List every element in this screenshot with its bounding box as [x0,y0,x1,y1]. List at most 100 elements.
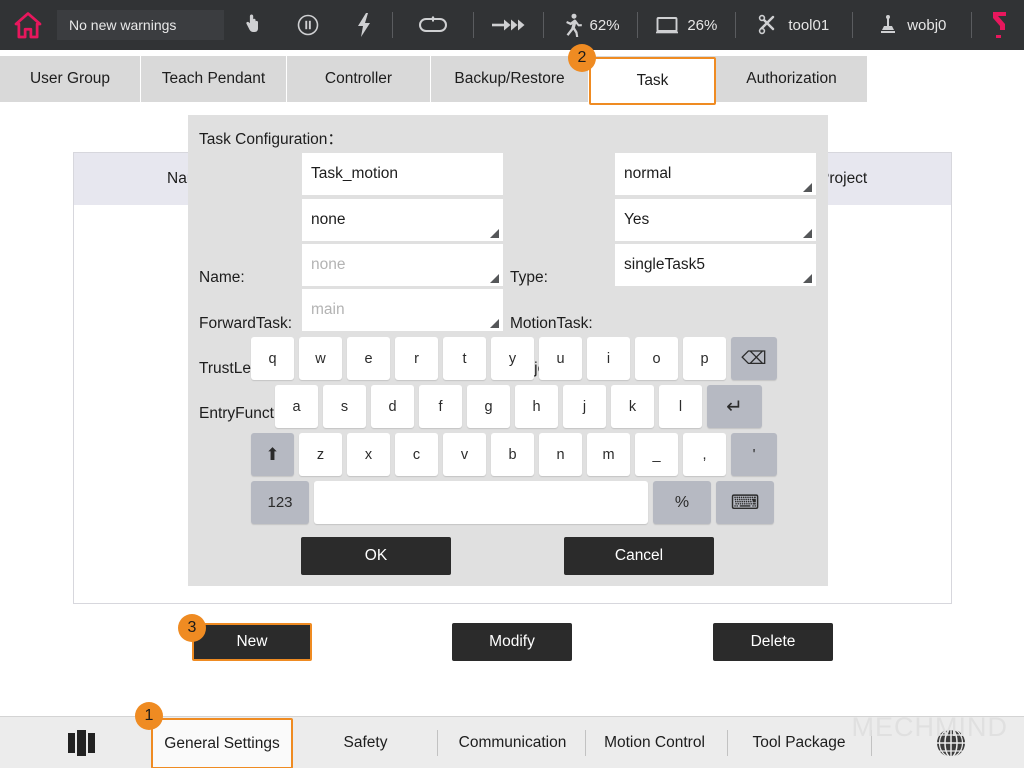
key-x[interactable]: x [347,433,390,476]
tab-label: Task [637,72,669,90]
key-underscore[interactable]: _ [635,433,678,476]
key-label: n [556,447,564,463]
bottom-nav-label: Motion Control [604,734,705,752]
load-indicator[interactable]: 26% [638,15,735,35]
app-root: No new warnings [0,0,1024,768]
key-label: l [679,399,682,415]
tab-user-group[interactable]: User Group [0,56,141,102]
select-forwardtask[interactable]: none [302,199,503,241]
key-t[interactable]: t [443,337,486,380]
step-forward-icon[interactable] [473,16,543,34]
key-h[interactable]: h [515,385,558,428]
key-q[interactable]: q [251,337,294,380]
input-name[interactable]: Task_motion [302,153,503,195]
key-i[interactable]: i [587,337,630,380]
bottom-nav-general-settings[interactable]: General Settings [151,718,293,768]
select-project-value: singleTask5 [615,256,705,274]
key-comma[interactable]: , [683,433,726,476]
tab-label: Backup/Restore [454,70,564,88]
hide-keyboard-key[interactable]: ⌨ [716,481,774,524]
workobject-indicator[interactable]: wobj0 [853,14,971,36]
select-trustlevel-value: none [302,256,345,274]
shift-key[interactable]: ⬆ [251,433,294,476]
warning-message-box[interactable]: No new warnings [57,10,224,40]
key-r[interactable]: r [395,337,438,380]
key-l[interactable]: l [659,385,702,428]
bottom-nav-label: Tool Package [752,734,845,752]
key-g[interactable]: g [467,385,510,428]
key-y[interactable]: y [491,337,534,380]
key-percent[interactable]: % [653,481,711,524]
key-v[interactable]: v [443,433,486,476]
lightning-bolt-icon[interactable] [336,12,392,38]
key-b[interactable]: b [491,433,534,476]
key-s[interactable]: s [323,385,366,428]
enter-key[interactable]: ↵ [707,385,762,428]
modify-button-label: Modify [489,633,535,651]
key-m[interactable]: m [587,433,630,476]
key-c[interactable]: c [395,433,438,476]
callout-number: 2 [578,49,587,67]
bottom-nav-motion-control[interactable]: Motion Control [594,717,715,768]
select-trustlevel[interactable]: none [302,244,503,286]
key-space[interactable] [314,481,648,524]
bottom-nav-communication[interactable]: Communication [447,717,578,768]
robot-arm-icon[interactable] [972,10,1024,40]
select-project[interactable]: singleTask5 [615,244,816,286]
bottom-nav-tool-package[interactable]: Tool Package [737,717,861,768]
key-label: u [556,351,564,367]
tab-backup-restore[interactable]: Backup/Restore [431,56,589,102]
speed-indicator[interactable]: 62% [544,13,637,37]
delete-button[interactable]: Delete [713,623,833,661]
select-entryfunction-value: main [302,301,345,319]
speed-value: 62% [590,17,620,34]
tab-controller[interactable]: Controller [287,56,431,102]
modify-button[interactable]: Modify [452,623,572,661]
tab-teach-pendant[interactable]: Teach Pendant [141,56,287,102]
key-label: t [462,351,466,367]
tool-indicator[interactable]: tool01 [736,14,852,36]
tools-icon [758,14,780,36]
select-motiontask[interactable]: Yes [615,199,816,241]
key-k[interactable]: k [611,385,654,428]
backspace-key[interactable]: ⌫ [731,337,777,380]
key-j[interactable]: j [563,385,606,428]
key-n[interactable]: n [539,433,582,476]
home-icon[interactable] [13,10,43,40]
nav-divider-2 [585,730,586,756]
ok-button[interactable]: OK [301,537,451,575]
panels-icon[interactable] [52,717,112,768]
key-w[interactable]: w [299,337,342,380]
key-numeric-mode[interactable]: 123 [251,481,309,524]
chevron-down-icon [803,229,812,238]
tab-task[interactable]: Task [589,57,716,105]
key-label: y [509,351,516,367]
select-type[interactable]: normal [615,153,816,195]
keyboard-row-4: 123% ⌨ [251,481,779,524]
bottom-nav-safety[interactable]: Safety [313,717,418,768]
key-a[interactable]: a [275,385,318,428]
cancel-button[interactable]: Cancel [564,537,714,575]
key-label: ⬆ [265,445,279,465]
key-e[interactable]: e [347,337,390,380]
bottom-nav-label: Communication [459,734,567,752]
key-p[interactable]: p [683,337,726,380]
key-z[interactable]: z [299,433,342,476]
key-d[interactable]: d [371,385,414,428]
hand-pointer-icon[interactable] [224,13,280,37]
tab-label: Authorization [746,70,836,88]
load-value: 26% [687,17,717,34]
pause-circle-icon[interactable] [280,13,336,37]
key-o[interactable]: o [635,337,678,380]
key-label: ⌨ [731,490,760,515]
key-f[interactable]: f [419,385,462,428]
apostrophe-key[interactable]: ' [731,433,777,476]
new-button[interactable]: New [192,623,312,661]
loop-cycle-icon[interactable] [393,15,472,35]
key-label: r [414,351,419,367]
key-label: k [629,399,636,415]
select-entryfunction[interactable]: main [302,289,503,331]
tab-authorization[interactable]: Authorization [716,56,868,102]
key-u[interactable]: u [539,337,582,380]
chevron-down-icon [490,274,499,283]
